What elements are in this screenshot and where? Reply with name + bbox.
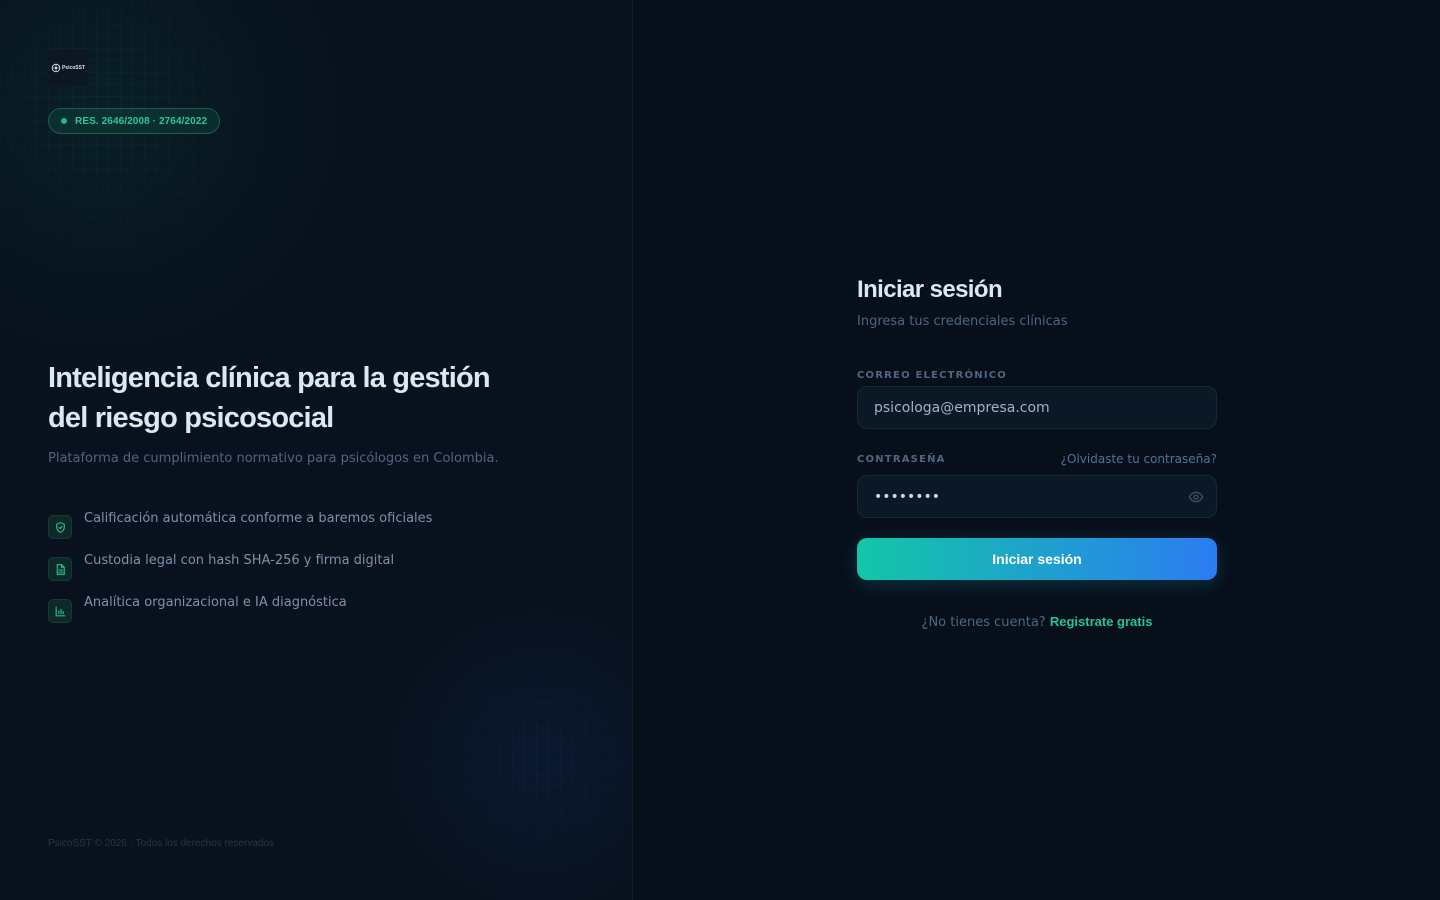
- eye-icon[interactable]: [1188, 489, 1204, 505]
- background-grid: [0, 0, 300, 280]
- footer-copyright: PsicoSST © 2026 · Todos los derechos res…: [48, 838, 275, 849]
- email-field[interactable]: [874, 399, 1200, 416]
- forgot-password-link[interactable]: ¿Olvidaste tu contraseña?: [1061, 452, 1217, 466]
- signup-prompt: ¿No tienes cuenta?: [921, 615, 1046, 630]
- login-subtitle: Ingresa tus credenciales clínicas: [857, 314, 1068, 329]
- feature-list: Calificación automática conforme a barem…: [48, 502, 432, 628]
- bar-chart-icon: [48, 599, 72, 623]
- signup-prompt-row: ¿No tienes cuenta? Registrate gratis: [857, 614, 1217, 630]
- hero-title: Inteligencia clínica para la gestión del…: [48, 362, 491, 434]
- feature-text: Analítica organizacional e IA diagnóstic…: [84, 594, 347, 610]
- email-label: CORREO ELECTRÓNICO: [857, 370, 1007, 381]
- badge-label: RES. 2646/2008 · 2764/2022: [75, 115, 208, 127]
- login-button[interactable]: Iniciar sesión: [857, 538, 1217, 580]
- document-icon: [48, 557, 72, 581]
- logo-text: PsicoSST: [61, 65, 86, 71]
- login-form: Iniciar sesión Ingresa tus credenciales …: [857, 273, 1217, 630]
- list-item: Analítica organizacional e IA diagnóstic…: [48, 586, 432, 628]
- logo: PsicoSST: [48, 50, 88, 86]
- list-item: Calificación automática conforme a barem…: [48, 502, 432, 544]
- password-label-row: CONTRASEÑA ¿Olvidaste tu contraseña?: [857, 449, 1217, 469]
- password-field[interactable]: ••••••••: [857, 475, 1217, 518]
- left-panel: PsicoSST RES. 2646/2008 · 2764/2022 Inte…: [0, 0, 633, 900]
- email-field-container: [857, 386, 1217, 429]
- regulation-badge: RES. 2646/2008 · 2764/2022: [48, 108, 221, 134]
- list-item: Custodia legal con hash SHA-256 y firma …: [48, 544, 432, 586]
- password-value: ••••••••: [874, 488, 941, 505]
- password-label: CONTRASEÑA: [857, 453, 946, 465]
- page-title: Iniciar sesión: [857, 276, 1003, 303]
- hero-subtitle: Plataforma de cumplimiento normativo par…: [48, 451, 499, 466]
- status-dot-icon: [61, 118, 67, 124]
- feature-text: Calificación automática conforme a barem…: [84, 510, 433, 526]
- signup-link[interactable]: Registrate gratis: [1050, 614, 1153, 629]
- shield-check-icon: [48, 515, 72, 539]
- brain-network-icon: [51, 63, 61, 73]
- feature-text: Custodia legal con hash SHA-256 y firma …: [84, 552, 395, 568]
- background-grid: [380, 630, 632, 900]
